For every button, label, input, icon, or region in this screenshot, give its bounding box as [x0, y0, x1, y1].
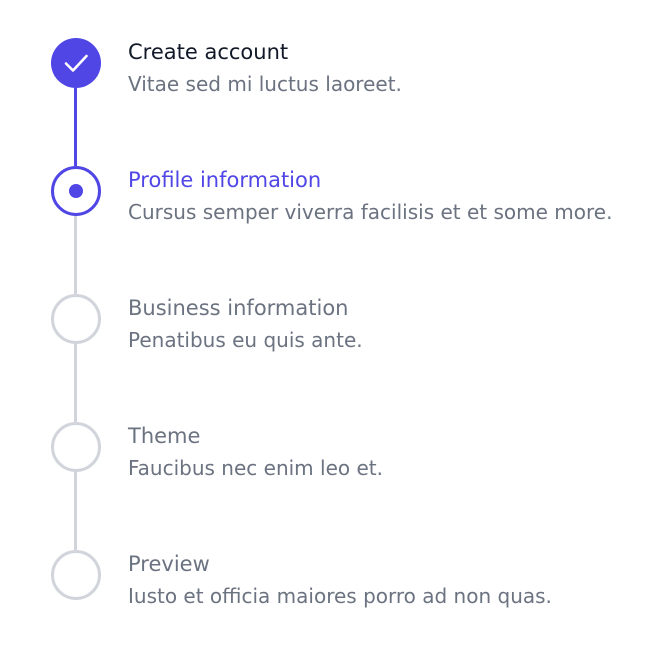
step-title[interactable]: Theme	[128, 422, 200, 450]
step-description: Faucibus nec enim leo et.	[128, 456, 383, 480]
step-connector-upcoming	[74, 344, 77, 422]
step-title[interactable]: Preview	[128, 550, 210, 578]
step-business-information: Business information Penatibus eu quis a…	[0, 256, 672, 384]
step-theme: Theme Faucibus nec enim leo et.	[0, 384, 672, 512]
step-description: Vitae sed mi luctus laoreet.	[128, 72, 402, 96]
step-title[interactable]: Business information	[128, 294, 348, 322]
step-profile-information: Profile information Cursus semper viverr…	[0, 128, 672, 256]
step-title[interactable]: Profile information	[128, 166, 321, 194]
step-connector-complete	[74, 88, 77, 166]
empty-circle-icon[interactable]	[51, 550, 101, 600]
check-icon[interactable]	[51, 38, 101, 88]
empty-circle-icon[interactable]	[51, 294, 101, 344]
step-title[interactable]: Create account	[128, 38, 288, 66]
step-create-account: Create account Vitae sed mi luctus laore…	[0, 0, 672, 128]
dot-icon[interactable]	[51, 166, 101, 216]
step-description: Cursus semper viverra facilisis et et so…	[128, 200, 613, 224]
step-preview: Preview Iusto et officia maiores porro a…	[0, 512, 672, 640]
step-description: Iusto et officia maiores porro ad non qu…	[128, 584, 552, 608]
current-step-dot	[69, 184, 83, 198]
empty-circle-icon[interactable]	[51, 422, 101, 472]
step-description: Penatibus eu quis ante.	[128, 328, 363, 352]
step-connector-upcoming	[74, 216, 77, 294]
step-connector-upcoming	[74, 472, 77, 550]
progress-steps: Create account Vitae sed mi luctus laore…	[0, 0, 672, 664]
